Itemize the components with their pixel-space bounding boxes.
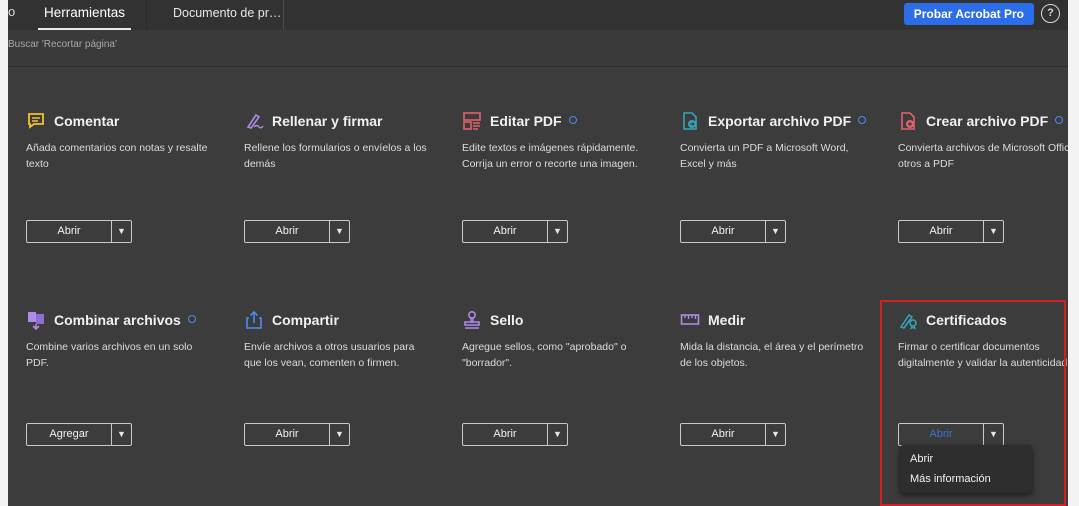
tool-title[interactable]: Compartir: [272, 312, 339, 328]
top-bar: o Herramientas Documento de pr… Probar A…: [8, 0, 1068, 30]
tool-title[interactable]: Rellenar y firmar: [272, 113, 383, 129]
help-circle-icon[interactable]: ?: [1041, 4, 1060, 23]
new-badge-icon: [187, 315, 196, 323]
try-acrobat-pro-button[interactable]: Probar Acrobat Pro: [903, 3, 1034, 25]
open-split-button[interactable]: Abrir ▼: [462, 220, 568, 243]
open-button[interactable]: Abrir: [681, 221, 766, 242]
menu-item-more-info[interactable]: Más información: [900, 469, 1032, 489]
menu-item-open[interactable]: Abrir: [900, 449, 1032, 469]
new-badge-icon: [568, 116, 577, 124]
tool-title[interactable]: Exportar archivo PDF: [708, 113, 867, 129]
new-badge-icon: [858, 116, 867, 124]
open-button[interactable]: Abrir: [27, 221, 112, 242]
chevron-down-icon[interactable]: ▼: [548, 424, 567, 445]
tool-description: Agregue sellos, como "aprobado" o "borra…: [462, 341, 627, 369]
tool-title[interactable]: Sello: [490, 312, 523, 328]
open-split-button[interactable]: Abrir ▼: [898, 220, 1004, 243]
tool-title[interactable]: Crear archivo PDF: [926, 113, 1064, 129]
open-split-button[interactable]: Abrir ▼: [462, 423, 568, 446]
edit-pdf-icon: [463, 112, 481, 130]
fill-sign-icon: [246, 113, 264, 129]
open-split-button[interactable]: Abrir ▼: [680, 220, 786, 243]
open-split-button[interactable]: Abrir ▼: [26, 220, 132, 243]
tool-title-text[interactable]: Combinar archivos: [54, 312, 181, 328]
open-button[interactable]: Abrir: [899, 221, 984, 242]
tool-title[interactable]: Editar PDF: [490, 113, 577, 129]
chevron-down-icon[interactable]: ▼: [330, 424, 349, 445]
tool-title[interactable]: Comentar: [54, 113, 119, 129]
chevron-down-icon[interactable]: ▼: [548, 221, 567, 242]
add-button[interactable]: Agregar: [27, 424, 112, 445]
chevron-down-icon[interactable]: ▼: [112, 221, 131, 242]
open-dropdown-menu: Abrir Más información: [900, 445, 1032, 493]
open-button[interactable]: Abrir: [681, 424, 766, 445]
tool-description: Añada comentarios con notas y resalte te…: [26, 142, 208, 170]
open-split-button[interactable]: Abrir ▼: [244, 220, 350, 243]
tool-description: Convierta un PDF a Microsoft Word, Excel…: [680, 142, 849, 170]
search-input[interactable]: Buscar 'Recortar página': [8, 39, 117, 50]
open-split-button[interactable]: Abrir ▼: [680, 423, 786, 446]
open-button[interactable]: Abrir: [463, 221, 548, 242]
tool-description: Rellene los formularios o envíelos a los…: [244, 142, 427, 170]
combine-files-icon: [28, 312, 44, 330]
share-icon: [246, 310, 262, 329]
chevron-down-icon[interactable]: ▼: [766, 221, 785, 242]
chevron-down-icon[interactable]: ▼: [330, 221, 349, 242]
open-split-button[interactable]: Abrir ▼: [244, 423, 350, 446]
search-bar[interactable]: Buscar 'Recortar página': [8, 30, 1068, 67]
tool-description: Combine varios archivos en un solo PDF.: [26, 341, 193, 369]
acrobat-window: o Herramientas Documento de pr… Probar A…: [8, 0, 1068, 506]
chevron-down-icon[interactable]: ▼: [766, 424, 785, 445]
tab-tools[interactable]: Herramientas: [38, 0, 132, 30]
tool-title-text[interactable]: Crear archivo PDF: [926, 113, 1048, 129]
chevron-down-icon[interactable]: ▼: [984, 221, 1003, 242]
tool-description: Convierta archivos de Microsoft Office y…: [898, 142, 1068, 170]
chevron-down-icon[interactable]: ▼: [112, 424, 131, 445]
open-button[interactable]: Abrir: [245, 221, 330, 242]
tool-description: Edite textos e imágenes rápidamente. Cor…: [462, 142, 639, 170]
stamp-icon: [464, 310, 480, 329]
new-badge-icon: [1055, 116, 1064, 124]
add-split-button[interactable]: Agregar ▼: [26, 423, 132, 446]
tool-title[interactable]: Combinar archivos: [54, 312, 196, 328]
tool-description: Mida la distancia, el área y el perímetr…: [680, 341, 864, 369]
tool-title-text[interactable]: Editar PDF: [490, 113, 562, 129]
ruler-icon: [680, 314, 700, 325]
create-pdf-icon: [901, 112, 915, 130]
tool-description: Envíe archivos a otros usuarios para que…: [244, 341, 415, 369]
tab-document[interactable]: Documento de pr…: [146, 0, 284, 30]
tab-partial[interactable]: o: [8, 4, 15, 19]
tool-title-text[interactable]: Exportar archivo PDF: [708, 113, 851, 129]
open-button[interactable]: Abrir: [245, 424, 330, 445]
export-pdf-icon: [683, 112, 697, 130]
tool-title[interactable]: Medir: [708, 312, 745, 328]
open-button[interactable]: Abrir: [463, 424, 548, 445]
comment-icon: [28, 113, 44, 129]
